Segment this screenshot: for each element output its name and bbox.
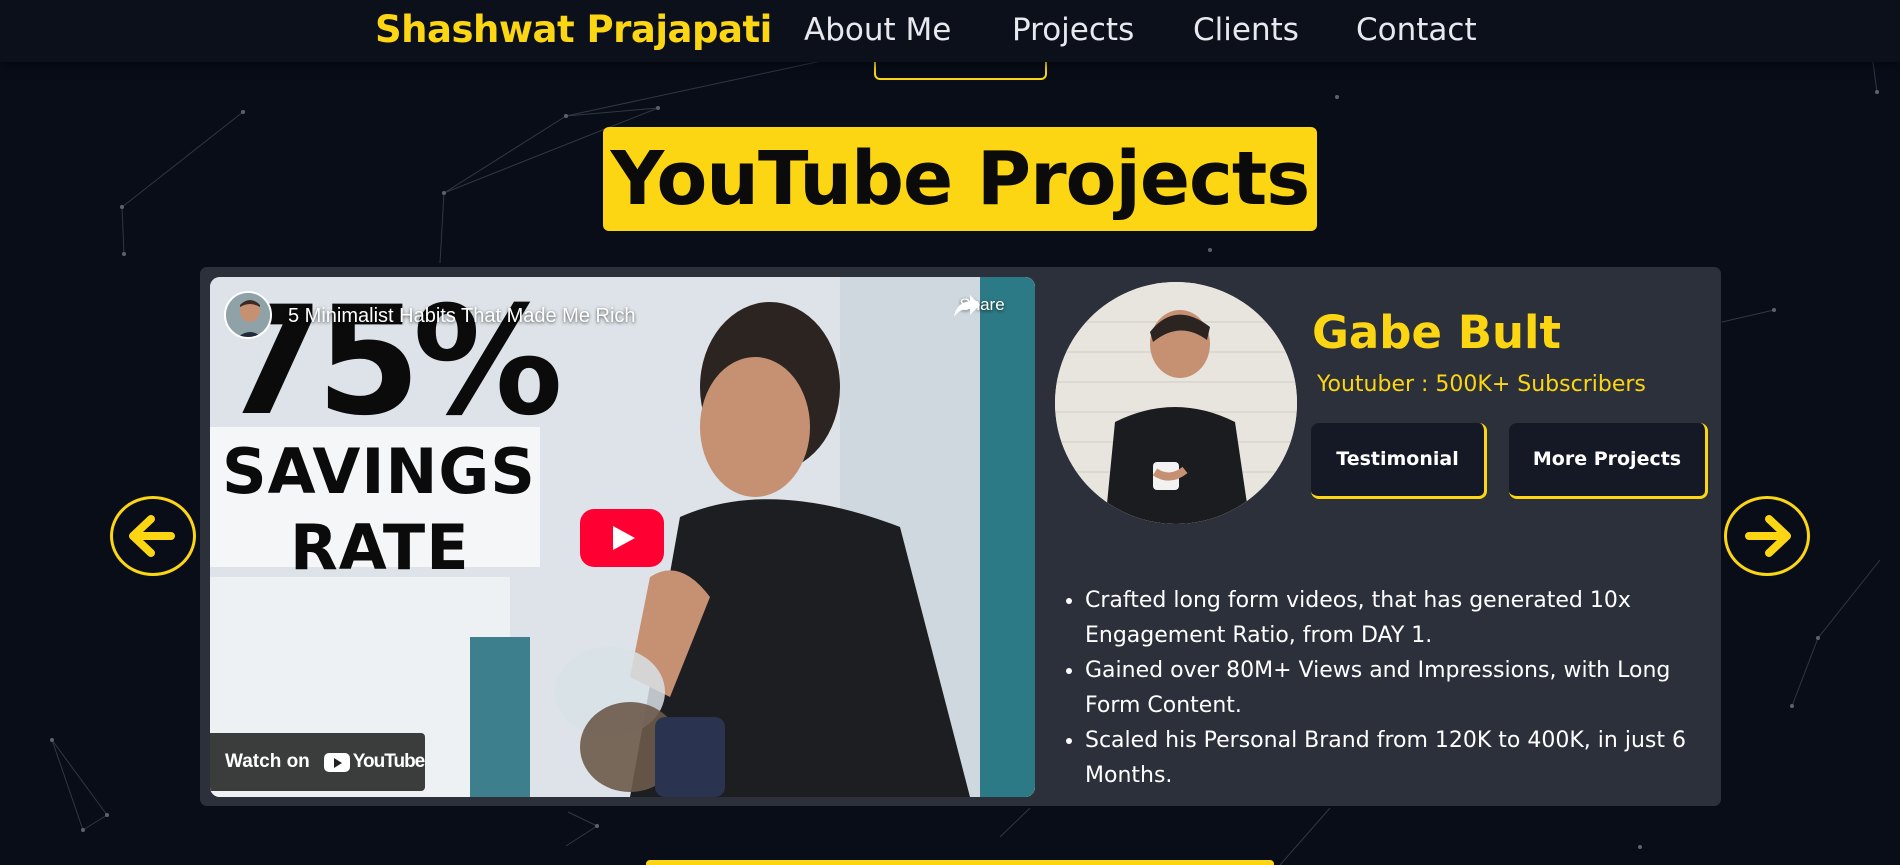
brand-logo[interactable]: Shashwat Prajapati <box>375 8 772 52</box>
client-avatar <box>1055 282 1297 524</box>
watch-on-youtube-button[interactable]: Watch on YouTube <box>210 733 425 791</box>
nav-link-clients[interactable]: Clients <box>1193 10 1299 50</box>
client-name: Gabe Bult <box>1312 306 1561 359</box>
carousel-prev-button[interactable] <box>110 496 196 576</box>
youtube-embed[interactable]: 75% SAVINGS RATE 5 Minimalist Habits Tha… <box>210 277 1035 797</box>
nav-link-projects[interactable]: Projects <box>1012 10 1134 50</box>
nav-link-about-me[interactable]: About Me <box>804 10 951 50</box>
thumbnail-line-1: SAVINGS <box>222 435 536 508</box>
highlight-item: Crafted long form videos, that has gener… <box>1085 583 1705 653</box>
nav-link-contact[interactable]: Contact <box>1356 10 1477 50</box>
carousel-next-button[interactable] <box>1724 496 1810 576</box>
arrow-left-icon <box>129 515 175 557</box>
play-button[interactable] <box>580 509 664 567</box>
testimonial-button[interactable]: Testimonial <box>1311 423 1487 499</box>
highlight-item: Gained over 80M+ Views and Impressions, … <box>1085 653 1705 723</box>
next-section-title-peek <box>646 860 1274 865</box>
youtube-logo: YouTube <box>323 751 425 773</box>
project-highlights: Crafted long form videos, that has gener… <box>1085 583 1705 793</box>
thumbnail-line-2: RATE <box>290 511 470 584</box>
channel-avatar[interactable] <box>224 291 272 339</box>
play-icon <box>613 526 635 550</box>
section-title: YouTube Projects <box>603 127 1317 231</box>
youtube-logo-text: YouTube <box>352 751 425 772</box>
navbar: Shashwat Prajapati About Me Projects Cli… <box>0 0 1900 62</box>
youtube-logo-icon <box>323 752 350 772</box>
arrow-right-icon <box>1745 515 1791 557</box>
partial-button-above[interactable] <box>874 62 1047 80</box>
watch-on-label: Watch on <box>225 751 310 772</box>
more-projects-button[interactable]: More Projects <box>1509 423 1708 499</box>
share-icon <box>954 295 980 317</box>
highlight-item: Scaled his Personal Brand from 120K to 4… <box>1085 723 1705 793</box>
video-title[interactable]: 5 Minimalist Habits That Made Me Rich <box>288 305 636 328</box>
share-button[interactable]: Share <box>952 293 1012 317</box>
client-subtitle: Youtuber : 500K+ Subscribers <box>1317 372 1646 397</box>
